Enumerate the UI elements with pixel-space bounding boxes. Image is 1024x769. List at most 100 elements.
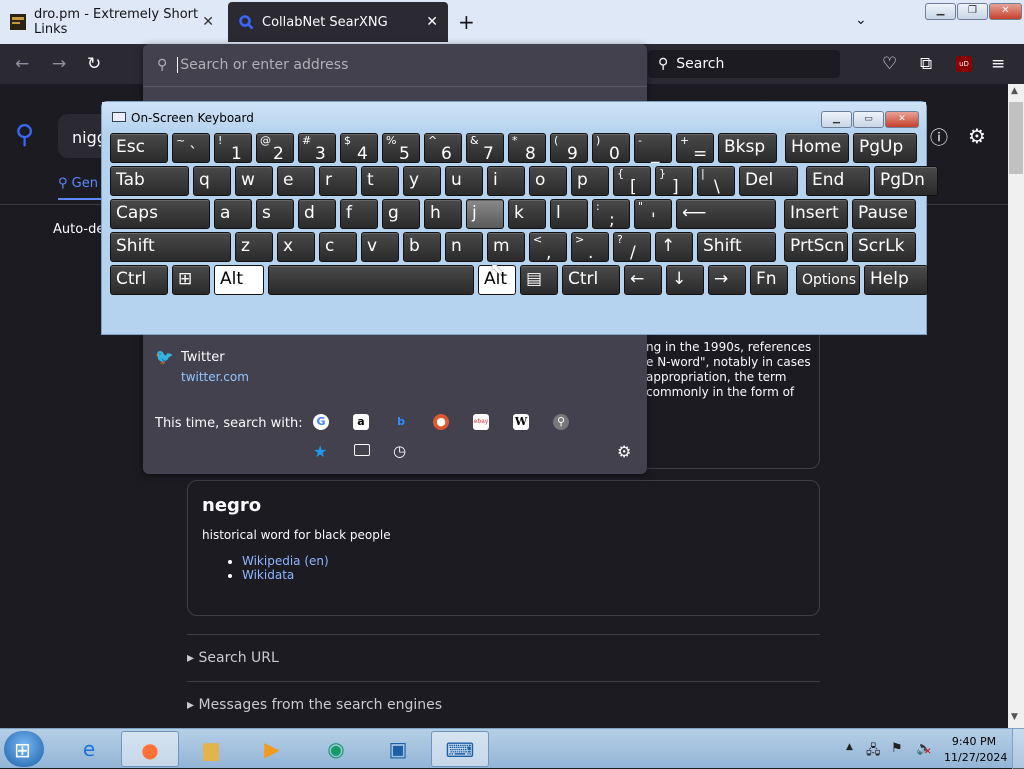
key-home[interactable]: Home (785, 133, 849, 163)
key-symbol[interactable]: ⊞ (172, 265, 210, 295)
duckduckgo-engine-icon[interactable]: ● (433, 414, 449, 430)
key-i[interactable]: i (487, 166, 525, 196)
key-options[interactable]: Options (796, 265, 860, 295)
key-pause[interactable]: Pause (852, 199, 916, 229)
key-space[interactable] (268, 265, 474, 295)
key-u[interactable]: u (445, 166, 483, 196)
key-d[interactable]: d (298, 199, 336, 229)
key-v[interactable]: v (361, 232, 399, 262)
wikipedia-engine-icon[interactable]: W (513, 414, 529, 430)
remote-desktop-icon[interactable]: ▣ (369, 731, 427, 767)
key-6[interactable]: ^ 6 (424, 133, 462, 164)
back-arrow-icon[interactable]: ← (15, 54, 29, 74)
on-screen-keyboard-taskbar-icon[interactable]: ⌨ (431, 731, 489, 767)
key-h[interactable]: h (424, 199, 462, 229)
key-shift[interactable]: Shift (697, 232, 776, 262)
key-symbol[interactable]: ? / (613, 232, 651, 263)
key-symbol[interactable]: + = (676, 133, 714, 164)
key-symbol[interactable]: ← (624, 265, 662, 295)
key-e[interactable]: e (277, 166, 315, 196)
key-symbol[interactable]: - _ (634, 133, 672, 164)
osk-minimize-button[interactable]: ▁ (821, 111, 852, 128)
media-player-icon[interactable]: ▶ (243, 731, 301, 767)
key-bksp[interactable]: Bksp (718, 133, 777, 163)
key-7[interactable]: & 7 (466, 133, 504, 164)
preferences-gear-icon[interactable]: ⚙ (968, 124, 986, 148)
key-pgup[interactable]: PgUp (853, 133, 917, 163)
list-tabs-chevron-down-icon[interactable]: ⌄ (855, 12, 867, 28)
key-3[interactable]: #3 (298, 133, 336, 164)
file-explorer-icon[interactable]: ▆ (182, 731, 240, 767)
key-pgdn[interactable]: PgDn (874, 166, 938, 196)
hamburger-menu-icon[interactable]: ≡ (991, 54, 1005, 74)
key-ctrl[interactable]: Ctrl (562, 265, 620, 295)
start-button[interactable]: ⊞ (4, 731, 44, 767)
key-n[interactable]: n (445, 232, 483, 262)
key-symbol[interactable]: ▤ (520, 265, 558, 295)
osk-titlebar[interactable]: On-Screen Keyboard ▁ ▭ ✕ (102, 102, 926, 132)
key-caps[interactable]: Caps (110, 199, 210, 229)
key-5[interactable]: % 5 (382, 133, 420, 164)
searxng-logo-icon[interactable]: ⚲ (15, 120, 34, 150)
ublock-origin-icon[interactable]: uD (956, 56, 972, 72)
key-symbol[interactable]: ↓ (666, 265, 704, 295)
tab-searxng[interactable]: CollabNet SearXNG ✕ (228, 2, 448, 42)
close-tab-icon[interactable]: ✕ (426, 14, 438, 30)
forward-arrow-icon[interactable]: → (52, 54, 66, 74)
key-del[interactable]: Del (739, 166, 798, 196)
key-b[interactable]: b (403, 232, 441, 262)
searxng-engine-icon[interactable]: ⚲ (553, 414, 569, 430)
internet-explorer-icon[interactable]: e (60, 731, 118, 767)
tab-dro-pm[interactable]: dro.pm - Extremely Short Links ✕ (0, 2, 224, 42)
search-bar[interactable]: ⚲ Search (648, 50, 840, 78)
key-4[interactable]: $4 (340, 133, 378, 164)
key-symbol[interactable]: → (708, 265, 746, 295)
key-k[interactable]: k (508, 199, 546, 229)
key-symbol[interactable]: }] (655, 166, 693, 197)
key-symbol[interactable]: {[ (613, 166, 651, 197)
key-symbol[interactable]: ~ ` (172, 133, 210, 164)
key-o[interactable]: o (529, 166, 567, 196)
info-icon[interactable]: ⓘ (930, 124, 948, 150)
amazon-engine-icon[interactable]: a (353, 414, 369, 430)
network-icon[interactable]: 🖧 (866, 741, 881, 763)
show-desktop-button[interactable] (1012, 729, 1024, 769)
restore-window-button[interactable]: ❐ (957, 3, 988, 20)
action-center-flag-icon[interactable]: ⚑ (891, 741, 903, 756)
key-l[interactable]: l (550, 199, 588, 229)
key-fn[interactable]: Fn (750, 265, 788, 295)
key-f[interactable]: f (340, 199, 378, 229)
engine-messages-toggle[interactable]: ▸ Messages from the search engines (187, 697, 442, 713)
wikipedia-link[interactable]: Wikipedia (en) (242, 554, 329, 568)
key-s[interactable]: s (256, 199, 294, 229)
key-symbol[interactable]: >. (571, 232, 609, 263)
close-tab-icon[interactable]: ✕ (202, 14, 214, 30)
key-scrlk[interactable]: ScrLk (852, 232, 916, 262)
key-symbol[interactable]: " ' (634, 199, 672, 230)
key-tab[interactable]: Tab (110, 166, 189, 196)
bing-engine-icon[interactable]: b (393, 414, 409, 430)
key-prtscn[interactable]: PrtScn (784, 232, 848, 262)
tab-general[interactable]: ⚲ Gen (58, 176, 98, 191)
pocket-icon[interactable]: ♡ (882, 54, 897, 74)
osk-close-button[interactable]: ✕ (885, 111, 919, 128)
reload-icon[interactable]: ↻ (87, 54, 101, 74)
key-insert[interactable]: Insert (784, 199, 848, 229)
bookmarks-star-icon[interactable]: ★ (313, 442, 327, 461)
key-c[interactable]: c (319, 232, 357, 262)
wikidata-link[interactable]: Wikidata (242, 568, 294, 582)
key-symbol[interactable]: :; (592, 199, 630, 230)
key-p[interactable]: p (571, 166, 609, 196)
key-alt[interactable]: Alt (214, 265, 264, 295)
scrollbar-thumb[interactable] (1009, 102, 1023, 174)
address-bar[interactable]: ⚲ Search or enter address (143, 44, 647, 86)
clock-date[interactable]: 11/27/2024 (944, 751, 1007, 764)
osk-maximize-button[interactable]: ▭ (853, 111, 884, 128)
key-symbol[interactable]: <, (529, 232, 567, 263)
key-8[interactable]: * 8 (508, 133, 546, 164)
tabs-icon[interactable] (354, 444, 370, 456)
ebay-engine-icon[interactable]: ebay (473, 414, 489, 430)
key-g[interactable]: g (382, 199, 420, 229)
key-symbol[interactable]: ↑ (655, 232, 693, 262)
extensions-puzzle-icon[interactable]: ⧉ (920, 54, 932, 74)
